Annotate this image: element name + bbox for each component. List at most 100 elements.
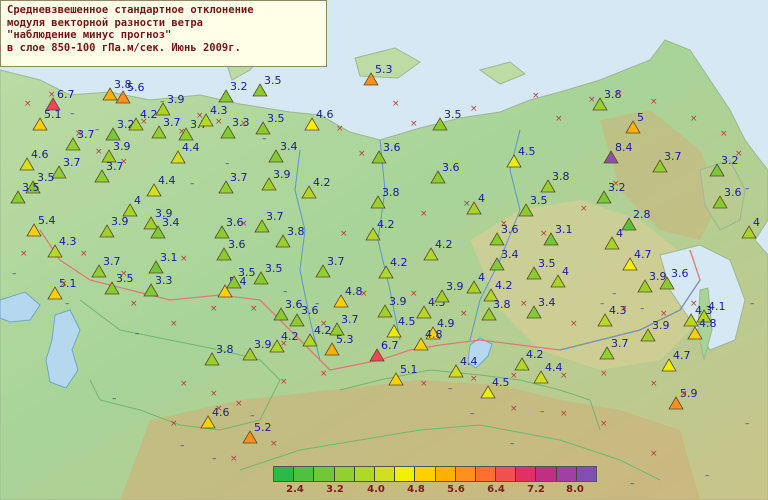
cross-marker-icon: × [140,117,148,127]
cross-marker-icon: × [270,439,278,449]
dash-marker-icon: – [750,299,755,309]
legend-color-cell [475,467,497,481]
cross-marker-icon: × [180,379,188,389]
cross-marker-icon: × [463,199,471,209]
cross-marker-icon: × [520,299,528,309]
station-value: 3.5 [265,262,283,275]
station-value: 4.7 [673,349,691,362]
cross-marker-icon: × [600,369,608,379]
title-line-3: "наблюдение минус прогноз" [7,29,172,42]
legend-color-cell [334,467,355,481]
station-value: 4.1 [708,300,726,313]
cross-marker-icon: × [510,404,518,414]
cross-marker-icon: × [170,319,178,329]
station-value: 4 [753,216,760,229]
cross-marker-icon: × [250,304,258,314]
station-value: 6.7 [57,88,75,101]
cross-marker-icon: × [510,371,518,381]
station-value: 3.5 [238,266,256,279]
station-value: 3.6 [671,267,689,280]
cross-marker-icon: × [392,99,400,109]
dash-marker-icon: – [95,125,100,135]
station-value: 3.9 [273,168,291,181]
cross-marker-icon: × [280,377,288,387]
station-value: 5.4 [38,214,56,227]
cross-marker-icon: × [650,379,658,389]
station-value: 2.8 [633,208,651,221]
cross-marker-icon: × [410,119,418,129]
cross-marker-icon: × [570,319,578,329]
dash-marker-icon: – [180,441,185,451]
cross-marker-icon: × [500,219,508,229]
cross-marker-icon: × [680,389,688,399]
dash-marker-icon: – [640,304,645,314]
cross-marker-icon: × [240,119,248,129]
station-value: 3.7 [266,210,284,223]
legend-colorbar [273,466,597,482]
cross-marker-icon: × [120,157,128,167]
dash-marker-icon: – [262,134,267,144]
dash-marker-icon: – [250,411,255,421]
dash-marker-icon: – [190,179,195,189]
legend-color-cell [536,467,557,481]
dash-marker-icon: – [160,97,165,107]
station-value: 5.1 [44,108,62,121]
station-value: 5.3 [336,333,354,346]
legend-color-cell [455,467,476,481]
legend-label: 4.8 [407,484,425,495]
cross-marker-icon: × [120,269,128,279]
station-value: 3.7 [327,255,345,268]
station-value: 4.3 [210,104,228,117]
color-legend: 2.4 3.2 4.0 4.8 5.6 6.4 7.2 8.0 [273,466,597,500]
cross-marker-icon: × [210,389,218,399]
forecast-deviation-map: Средневзвешенное стандартное отклонение … [0,0,768,500]
legend-color-cell [354,467,375,481]
station-value: 6.7 [381,339,399,352]
station-value: 4.6 [31,148,49,161]
dash-marker-icon: – [130,84,135,94]
legend-color-cell [516,467,537,481]
cross-marker-icon: × [340,229,348,239]
dash-marker-icon: – [745,419,750,429]
cross-marker-icon: × [280,339,288,349]
dash-marker-icon: – [630,479,635,489]
station-value: 3.1 [160,251,178,264]
station-value: 3.5 [530,194,548,207]
cross-marker-icon: × [660,309,668,319]
station-value: 5.1 [400,363,418,376]
cross-marker-icon: × [560,371,568,381]
station-value: 3.9 [113,140,131,153]
cross-marker-icon: × [540,229,548,239]
station-value: 4 [478,271,485,284]
cross-marker-icon: × [600,419,608,429]
dash-marker-icon: – [225,159,230,169]
station-value: 4.8 [699,317,717,330]
cross-marker-icon: × [690,299,698,309]
cross-marker-icon: × [336,124,344,134]
legend-color-cell [576,467,596,481]
cross-marker-icon: × [240,219,248,229]
station-value: 3.5 [267,112,285,125]
cross-marker-icon: × [420,379,428,389]
station-value: 3.4 [538,296,556,309]
cross-marker-icon: × [620,304,628,314]
station-value: 4.6 [316,108,334,121]
cross-marker-icon: × [358,149,366,159]
station-value: 4 [478,192,485,205]
station-value: 3.6 [383,141,401,154]
dash-marker-icon: – [470,409,475,419]
cross-marker-icon: × [735,149,743,159]
station-value: 4 [562,265,569,278]
cross-marker-icon: × [470,374,478,384]
title-line-2: модуля векторной разности ветра [7,16,203,29]
legend-color-cell [314,467,335,481]
station-value: 3.7 [230,171,248,184]
cross-marker-icon: × [650,97,658,107]
station-value: 3.9 [389,295,407,308]
legend-color-cell [294,467,315,481]
legend-label: 3.2 [326,484,344,495]
station-value: 4.5 [518,145,536,158]
station-value: 3.4 [501,248,519,261]
cross-marker-icon: × [690,114,698,124]
cross-marker-icon: × [215,117,223,127]
